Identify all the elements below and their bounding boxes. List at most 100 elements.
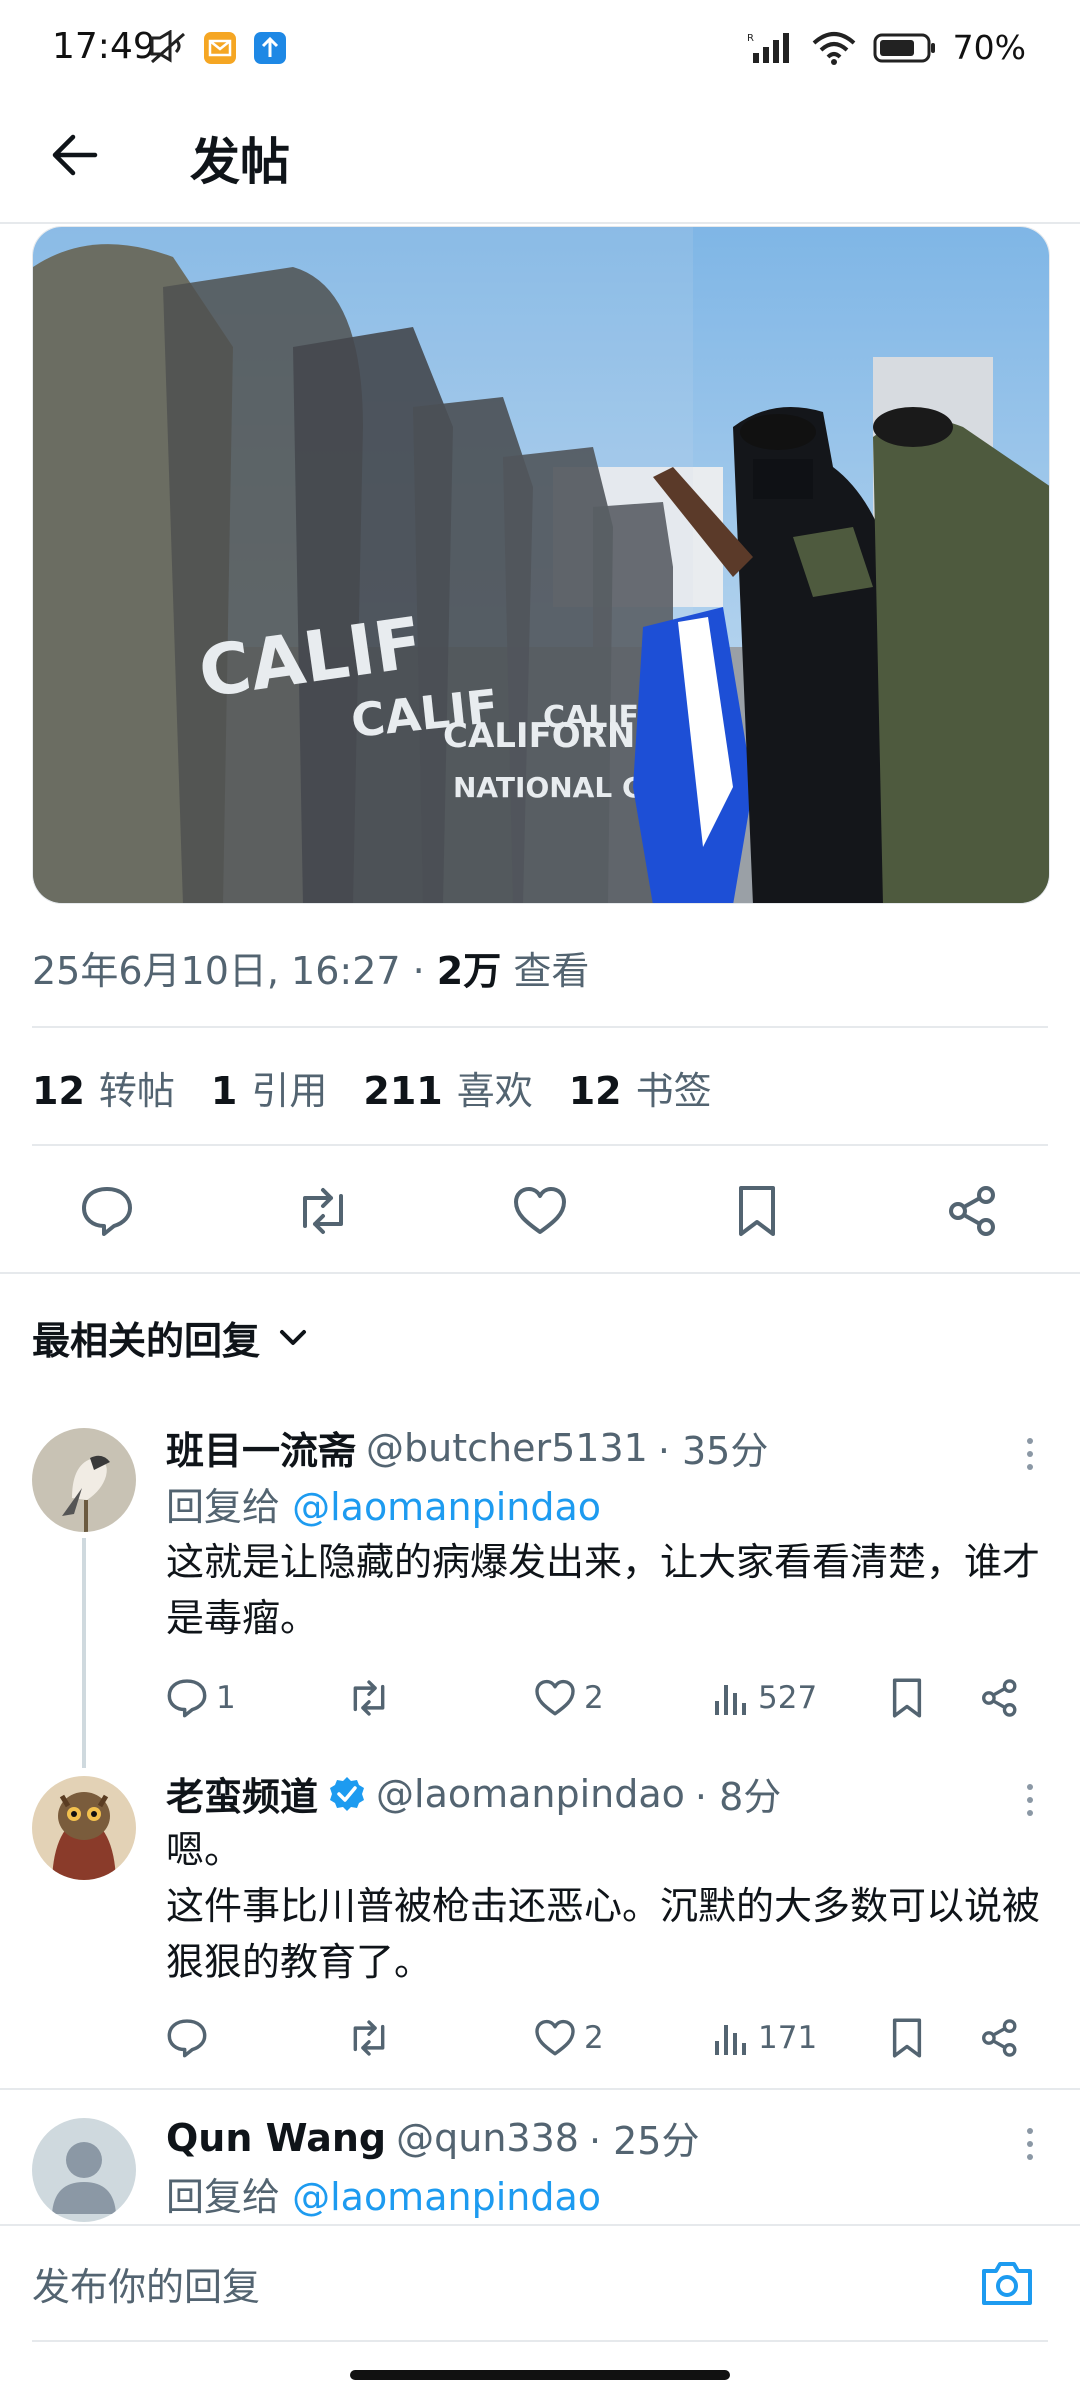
share-icon — [982, 1679, 1017, 1717]
wifi-icon — [812, 31, 855, 65]
like-count: 2 — [584, 2020, 604, 2056]
like-count: 2 — [584, 1680, 604, 1716]
status-bar: 17:49 R 70% — [0, 0, 1080, 96]
like-button[interactable]: 2 — [534, 2008, 604, 2068]
share-button[interactable] — [980, 1668, 1020, 1728]
stat-likes[interactable]: 211 喜欢 — [363, 1060, 532, 1115]
like-button[interactable]: 2 — [534, 1668, 604, 1728]
reply-time: · 8分 — [694, 1775, 782, 1819]
stat-bookmarks[interactable]: 12 书签 — [569, 1060, 712, 1115]
views-chart-icon — [715, 2025, 746, 2055]
status-system-icons: R 70% — [747, 28, 1026, 67]
thread-line — [82, 1538, 86, 1768]
retweet-icon — [353, 1680, 385, 1716]
view-count: 527 — [758, 1680, 818, 1716]
stat-quotes[interactable]: 1 引用 — [211, 1060, 327, 1115]
reply-header: Qun Wang @qun338 · 25分 — [166, 2110, 699, 2165]
views-chart-icon — [715, 1685, 746, 1715]
heart-icon — [535, 2019, 575, 2056]
author-name[interactable]: 班目一流斋 — [166, 1420, 356, 1475]
avatar[interactable] — [32, 2118, 136, 2222]
bookmark-icon — [892, 2018, 922, 2058]
reply-button[interactable] — [72, 1176, 142, 1246]
heart-icon — [535, 1679, 575, 1716]
divider — [0, 1272, 1080, 1274]
share-icon — [949, 1186, 995, 1236]
reply-to-mention[interactable]: @laomanpindao — [292, 1485, 601, 1529]
share-button[interactable] — [938, 1176, 1008, 1246]
default-avatar-icon — [32, 2118, 136, 2222]
svg-text:NATIONAL G: NATIONAL G — [453, 771, 645, 804]
retweet-button[interactable] — [288, 1176, 358, 1246]
bookmark-button[interactable] — [890, 1668, 924, 1728]
share-button[interactable] — [980, 2008, 1020, 2068]
protest-photo: CALIF CALIF CALIFORN CALIF NATIONAL G — [33, 227, 1049, 903]
reply-text: 这就是让隐藏的病爆发出来，让大家看看清楚，谁才是毒瘤。 — [166, 1540, 1041, 1640]
author-handle[interactable]: @butcher5131 — [366, 1426, 648, 1470]
reply-icon — [82, 1187, 132, 1236]
signal-icon: R — [747, 32, 789, 63]
post-stats: 12 转帖 1 引用 211 喜欢 12 书签 — [32, 1060, 712, 1115]
camera-icon — [982, 2262, 1032, 2305]
author-handle[interactable]: @laomanpindao — [376, 1772, 685, 1816]
chevron-down-icon — [280, 1329, 307, 1345]
reply-header: 班目一流斋 @butcher5131 · 35分 — [166, 1420, 768, 1475]
like-button[interactable] — [505, 1176, 575, 1246]
reply-sort-dropdown[interactable]: 最相关的回复 — [32, 1310, 308, 1365]
reply-actions: 2 171 — [166, 2008, 1046, 2068]
retweet-icon — [353, 2020, 385, 2056]
retweet-button[interactable] — [346, 2008, 392, 2068]
owl-avatar-image — [32, 1776, 136, 1880]
more-options-button[interactable] — [1020, 1424, 1040, 1484]
author-name[interactable]: Qun Wang — [166, 2116, 386, 2160]
divider — [32, 1026, 1048, 1028]
reply-count: 1 — [216, 1680, 236, 1716]
reply-to-mention[interactable]: @laomanpindao — [292, 2175, 601, 2219]
more-options-button[interactable] — [1020, 2114, 1040, 2174]
author-handle[interactable]: @qun338 — [396, 2116, 579, 2160]
view-count: 171 — [758, 2020, 818, 2056]
post-actions — [0, 1160, 1080, 1260]
reply-button[interactable] — [166, 2008, 208, 2068]
retweet-icon — [303, 1188, 343, 1234]
reply-input[interactable]: 发布你的回复 — [32, 2256, 260, 2311]
post-timestamp: 25年6月10日, 16:27 · — [32, 949, 437, 993]
divider — [32, 1144, 1048, 1146]
post-image[interactable]: CALIF CALIF CALIFORN CALIF NATIONAL G — [32, 226, 1050, 904]
home-indicator[interactable] — [350, 2370, 730, 2380]
reply-icon — [167, 1679, 207, 1718]
view-label: 查看 — [501, 949, 590, 993]
avatar[interactable] — [32, 1776, 136, 1880]
reply-time: · 35分 — [657, 1429, 769, 1473]
reply-text: 嗯。 这件事比川普被枪击还恶心。沉默的大多数可以说被狠狠的教育了。 — [166, 1828, 1041, 1984]
views-button[interactable]: 171 — [712, 2008, 817, 2068]
bird-avatar-image — [32, 1428, 136, 1532]
avatar[interactable] — [32, 1428, 136, 1532]
mute-icon — [150, 30, 185, 64]
bookmark-icon — [739, 1186, 775, 1236]
stat-retweets[interactable]: 12 转帖 — [32, 1060, 175, 1115]
page-title: 发帖 — [190, 133, 290, 191]
bookmark-button[interactable] — [722, 1176, 792, 1246]
reply-actions: 1 2 527 — [166, 1668, 1046, 1728]
status-time: 17:49 — [52, 26, 156, 67]
svg-text:CALIF: CALIF — [543, 700, 639, 735]
back-button[interactable] — [40, 120, 110, 190]
retweet-button[interactable] — [346, 1668, 392, 1728]
views-button[interactable]: 527 — [712, 1668, 817, 1728]
bookmark-button[interactable] — [890, 2008, 924, 2068]
status-notification-icons — [148, 30, 288, 66]
reply-button[interactable]: 1 — [166, 1668, 236, 1728]
battery-icon — [873, 33, 935, 62]
more-options-button[interactable] — [1020, 1770, 1040, 1830]
mail-notification-icon — [204, 32, 236, 64]
camera-button[interactable] — [972, 2248, 1042, 2318]
reply-sort-label: 最相关的回复 — [32, 1319, 261, 1363]
author-name[interactable]: 老蛮频道 — [166, 1766, 318, 1821]
reply-icon — [167, 2019, 207, 2058]
reply-time: · 25分 — [588, 2119, 700, 2163]
reply-header: 老蛮频道 @laomanpindao · 8分 — [166, 1766, 781, 1821]
top-bar: 发帖 — [0, 96, 1080, 224]
divider — [0, 2088, 1080, 2090]
share-icon — [982, 2019, 1017, 2057]
